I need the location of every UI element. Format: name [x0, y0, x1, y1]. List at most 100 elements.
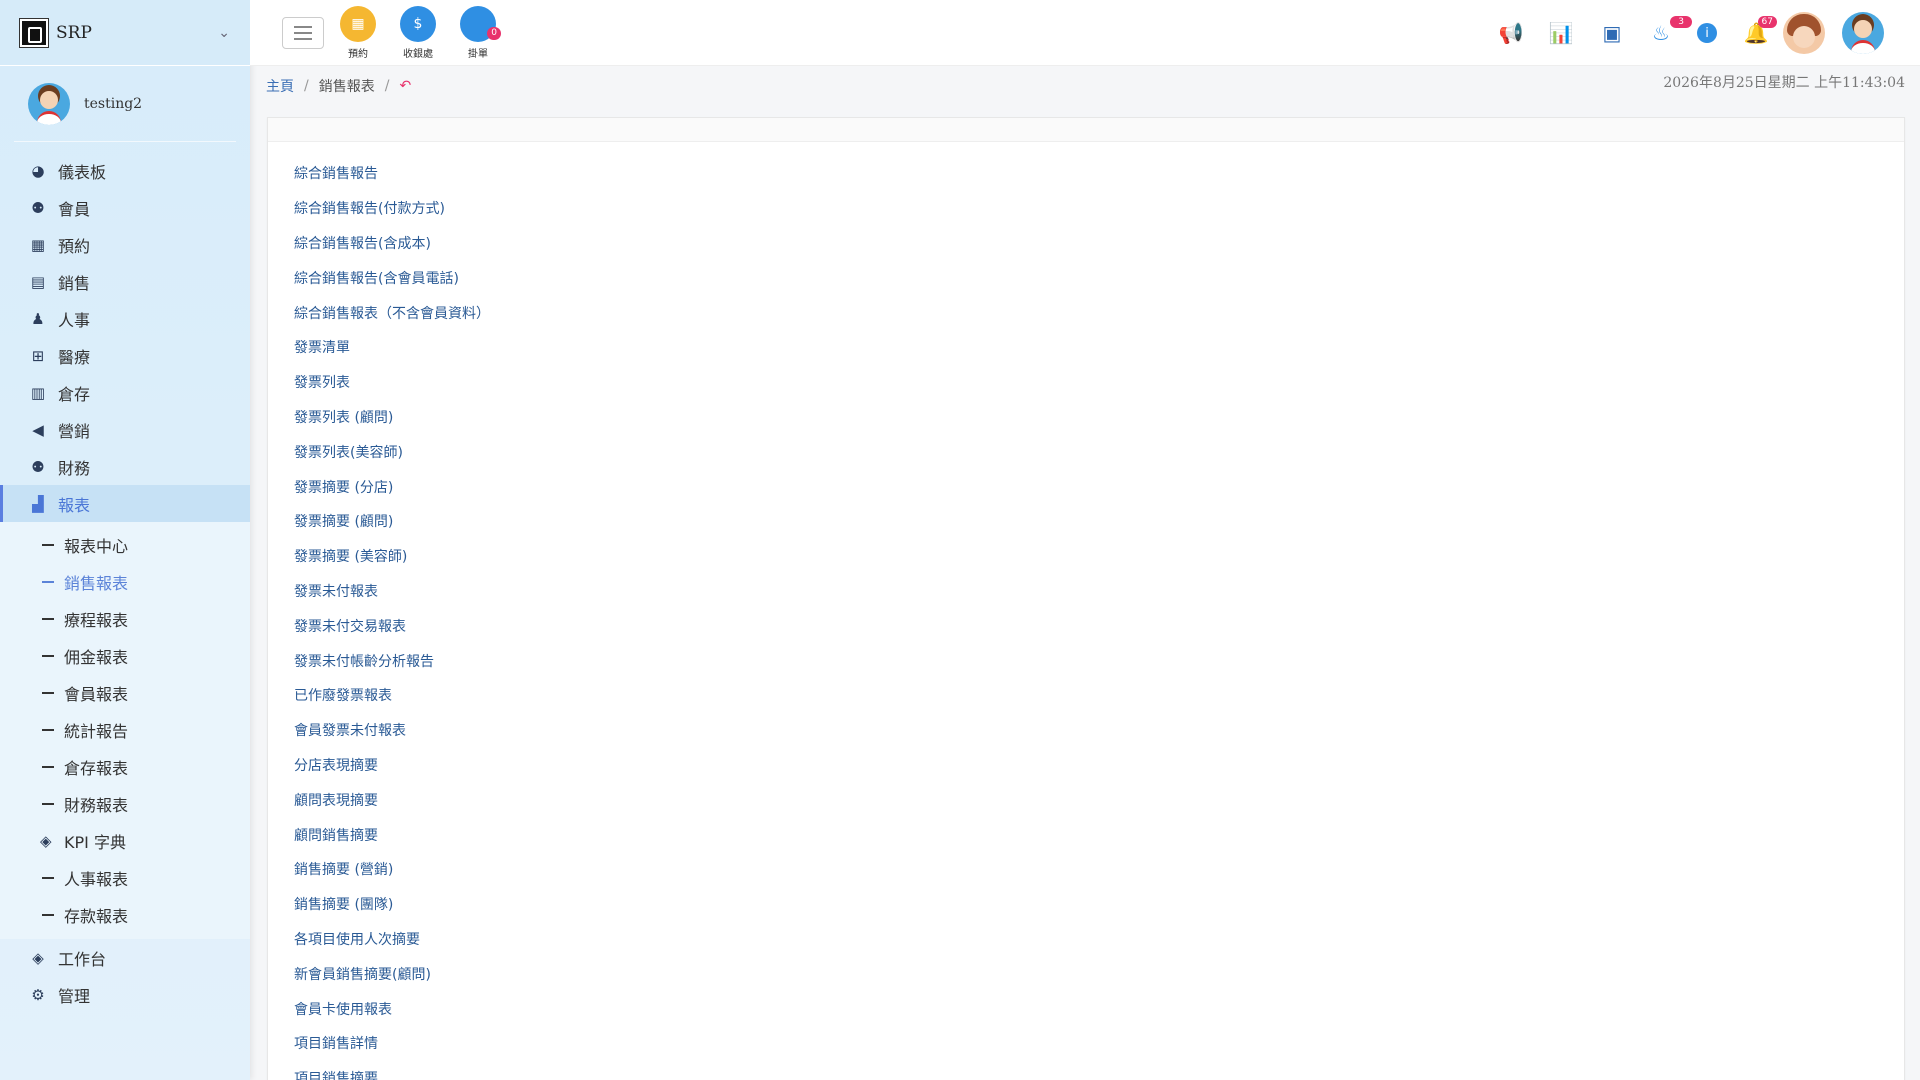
subnav-item-sales-reports[interactable]: 銷售報表	[0, 563, 250, 600]
report-link[interactable]: 項目銷售摘要	[294, 1068, 378, 1080]
sidebar-item-reports[interactable]: ▟ 報表	[0, 485, 250, 522]
sidebar-item-label: 人事	[58, 310, 91, 330]
user-avatar[interactable]	[1842, 12, 1884, 54]
birthday-badge: 3	[1670, 16, 1692, 28]
sidebar-item-dashboard[interactable]: ◕ 儀表板	[0, 152, 250, 189]
sidebar-item-workbench[interactable]: ◈ 工作台	[0, 939, 250, 976]
list-item: 發票清單	[294, 330, 1878, 365]
report-link[interactable]: 各項目使用人次摘要	[294, 929, 420, 949]
report-link[interactable]: 新會員銷售摘要(顧問)	[294, 964, 431, 984]
subnav-item-kpi-dictionary[interactable]: ◈ KPI 字典	[0, 822, 250, 859]
subnav-item-label: 銷售報表	[64, 573, 129, 593]
list-item: 會員卡使用報表	[294, 991, 1878, 1026]
report-link[interactable]: 會員發票未付報表	[294, 720, 406, 740]
info-icon[interactable]: i	[1690, 16, 1724, 50]
quick-pending-order-button[interactable]: 0 掛單	[453, 6, 503, 60]
report-link[interactable]: 發票未付帳齡分析報告	[294, 651, 434, 671]
subnav-item-finance-reports[interactable]: 財務報表	[0, 785, 250, 822]
breadcrumb-home-link[interactable]: 主頁	[266, 76, 294, 96]
brand-name: SRP	[56, 22, 92, 43]
birthday-cake-icon[interactable]: ♨ 3	[1644, 16, 1692, 50]
report-link[interactable]: 發票列表	[294, 372, 350, 392]
report-link[interactable]: 發票摘要 (美容師)	[294, 546, 407, 566]
list-item: 發票摘要 (顧問)	[294, 504, 1878, 539]
list-item: 顧問表現摘要	[294, 782, 1878, 817]
report-link[interactable]: 項目銷售詳情	[294, 1033, 378, 1053]
report-link[interactable]: 發票未付報表	[294, 581, 378, 601]
subnav-item-statistics[interactable]: 統計報告	[0, 711, 250, 748]
report-link[interactable]: 綜合銷售報告(含成本)	[294, 233, 431, 253]
subnav-item-member-reports[interactable]: 會員報表	[0, 674, 250, 711]
quick-action-label: 預約	[348, 49, 368, 60]
subnav-item-hr-reports[interactable]: 人事報表	[0, 859, 250, 896]
menu-toggle-button[interactable]	[282, 17, 324, 49]
report-link[interactable]: 已作廢發票報表	[294, 685, 392, 705]
quick-cashier-button[interactable]: $ 收銀處	[393, 6, 443, 60]
sidebar-item-warehouse[interactable]: ▥ 倉存	[0, 374, 250, 411]
report-link[interactable]: 發票摘要 (分店)	[294, 477, 393, 497]
report-link[interactable]: 發票未付交易報表	[294, 616, 406, 636]
report-link[interactable]: 發票列表(美容師)	[294, 442, 403, 462]
list-item: 新會員銷售摘要(顧問)	[294, 956, 1878, 991]
report-link[interactable]: 綜合銷售報表（不含會員資料）	[294, 303, 490, 323]
report-link[interactable]: 發票清單	[294, 337, 350, 357]
dash-icon	[42, 654, 54, 657]
staff-avatar[interactable]	[1783, 12, 1825, 54]
list-item: 發票未付報表	[294, 574, 1878, 609]
subnav-item-label: 佣金報表	[64, 647, 129, 667]
bell-icon[interactable]: 🔔 67	[1739, 16, 1777, 50]
qr-code-icon[interactable]: ▣	[1595, 16, 1629, 50]
subnav-item-deposit-reports[interactable]: 存款報表	[0, 896, 250, 933]
subnav-item-treatment-reports[interactable]: 療程報表	[0, 600, 250, 637]
avatar	[28, 82, 70, 125]
quick-action-label: 掛單	[468, 49, 488, 60]
report-link[interactable]: 銷售摘要 (團隊)	[294, 894, 393, 914]
sidebar-item-sales[interactable]: ▤ 銷售	[0, 263, 250, 300]
sidebar-item-booking[interactable]: ▦ 預約	[0, 226, 250, 263]
report-link[interactable]: 綜合銷售報告(含會員電話)	[294, 268, 459, 288]
sidebar-item-hr[interactable]: ♟ 人事	[0, 300, 250, 337]
subnav-item-label: 報表中心	[64, 536, 129, 556]
sidebar-item-label: 報表	[58, 495, 91, 515]
warehouse-icon: ▥	[30, 383, 46, 402]
subnav-item-inventory-reports[interactable]: 倉存報表	[0, 748, 250, 785]
list-item: 發票摘要 (分店)	[294, 469, 1878, 504]
sidebar-item-finance[interactable]: ⚉ 財務	[0, 448, 250, 485]
calendar-icon: ▦	[30, 235, 46, 254]
sidebar-item-label: 銷售	[58, 273, 91, 293]
report-link[interactable]: 銷售摘要 (營銷)	[294, 859, 393, 879]
list-item: 發票列表	[294, 365, 1878, 400]
subnav-item-label: 存款報表	[64, 906, 129, 926]
report-link[interactable]: 會員卡使用報表	[294, 999, 392, 1019]
subnav-item-report-center[interactable]: 報表中心	[0, 526, 250, 563]
report-link[interactable]: 綜合銷售報告	[294, 163, 378, 183]
dash-icon	[42, 765, 54, 768]
report-link[interactable]: 分店表現摘要	[294, 755, 378, 775]
quick-booking-button[interactable]: ▦ 預約	[333, 6, 383, 60]
list-item: 分店表現摘要	[294, 748, 1878, 783]
chevron-down-icon[interactable]: ⌄	[218, 25, 230, 41]
report-link[interactable]: 顧問銷售摘要	[294, 825, 378, 845]
sidebar-item-label: 預約	[58, 236, 91, 256]
list-item: 顧問銷售摘要	[294, 817, 1878, 852]
subnav-item-commission-reports[interactable]: 佣金報表	[0, 637, 250, 674]
list-item: 銷售摘要 (團隊)	[294, 887, 1878, 922]
chart-icon[interactable]: 📊	[1544, 16, 1578, 50]
sidebar-item-medical[interactable]: ⊞ 醫療	[0, 337, 250, 374]
dash-icon	[42, 802, 54, 805]
user-panel[interactable]: testing2	[14, 66, 236, 142]
subnav-item-label: 會員報表	[64, 684, 129, 704]
sidebar-item-marketing[interactable]: ◀ 營銷	[0, 411, 250, 448]
gear-icon: ⚙	[31, 985, 45, 1004]
report-link[interactable]: 綜合銷售報告(付款方式)	[294, 198, 445, 218]
report-link[interactable]: 發票列表 (顧問)	[294, 407, 393, 427]
brand-header[interactable]: SRP ⌄	[0, 0, 250, 66]
announcement-icon[interactable]: 📢	[1494, 16, 1528, 50]
dash-icon	[42, 617, 54, 620]
report-link[interactable]: 顧問表現摘要	[294, 790, 378, 810]
list-item: 已作廢發票報表	[294, 678, 1878, 713]
sidebar-item-admin[interactable]: ⚙ 管理	[0, 976, 250, 1013]
report-link[interactable]: 發票摘要 (顧問)	[294, 511, 393, 531]
sidebar-item-members[interactable]: ⚉ 會員	[0, 189, 250, 226]
back-arrow-icon[interactable]: ↶	[399, 78, 411, 94]
